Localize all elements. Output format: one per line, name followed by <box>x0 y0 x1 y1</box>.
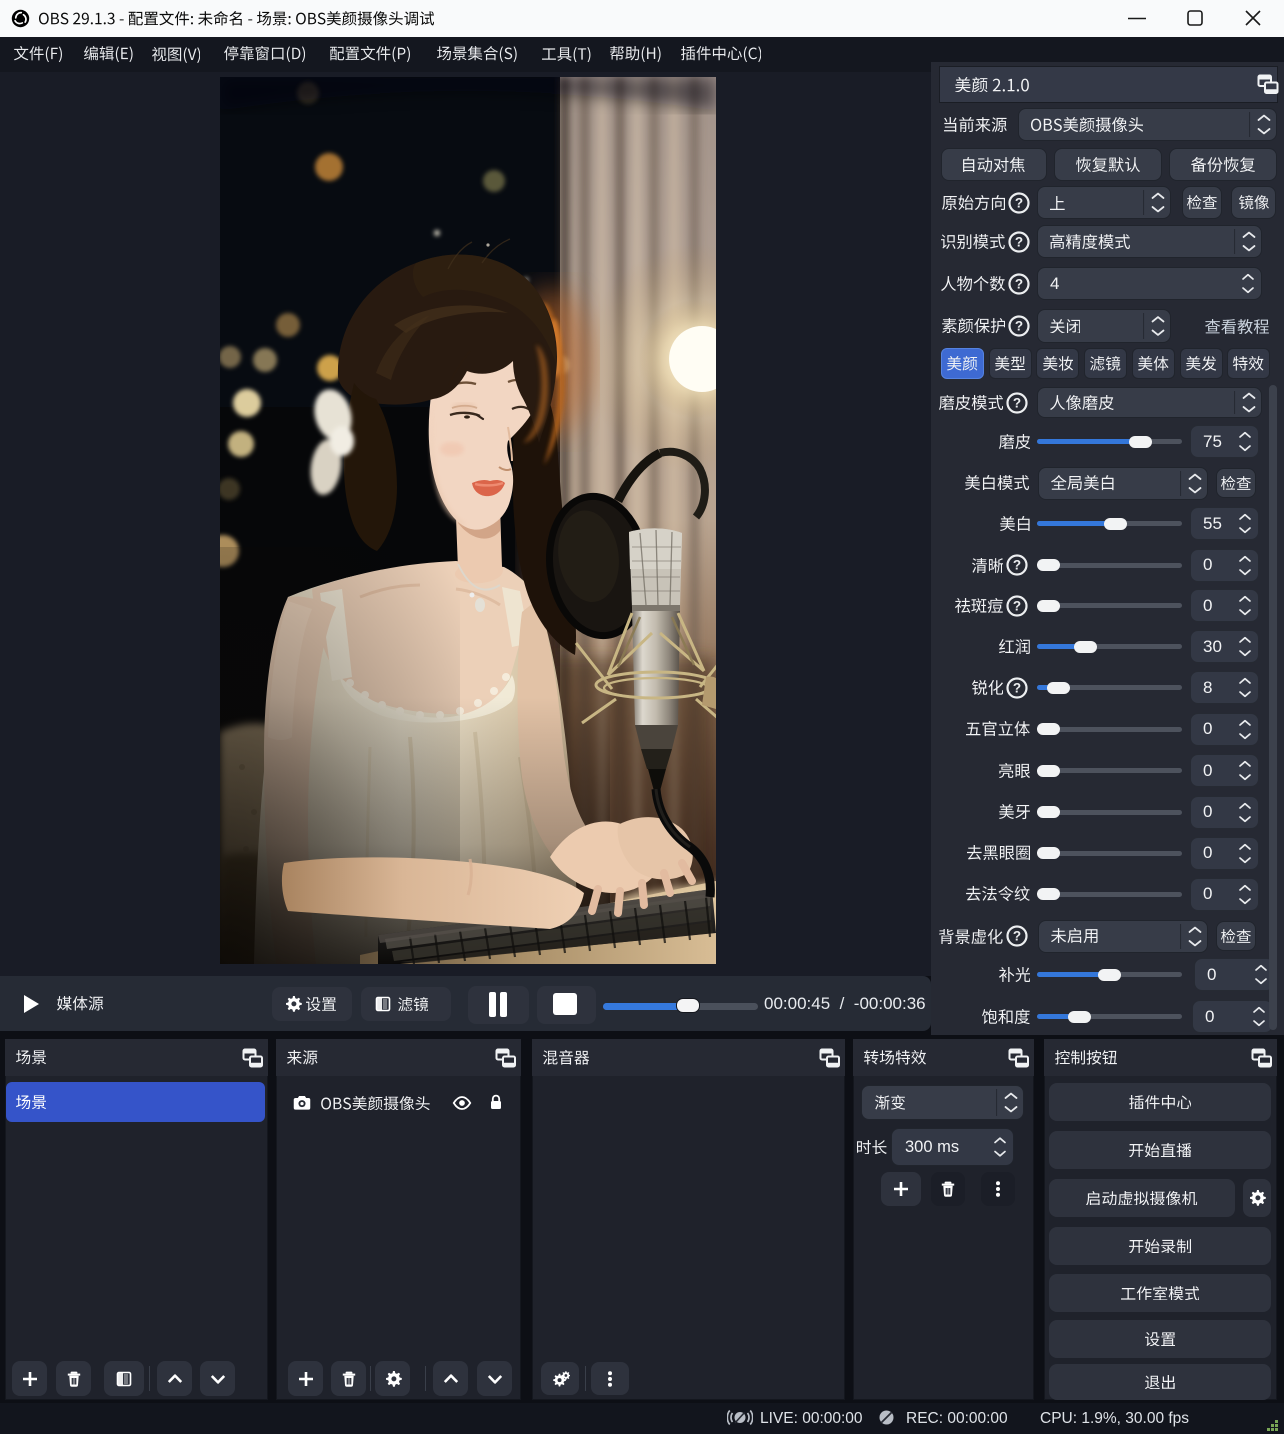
svg-text:?: ? <box>1013 395 1021 410</box>
svg-text:?: ? <box>1013 558 1021 573</box>
svg-text:?: ? <box>1015 319 1023 334</box>
svg-text:?: ? <box>1015 195 1023 210</box>
svg-text:?: ? <box>1015 234 1023 249</box>
svg-text:?: ? <box>1013 929 1021 944</box>
svg-text:?: ? <box>1015 276 1023 291</box>
svg-text:?: ? <box>1013 680 1021 695</box>
svg-text:?: ? <box>1013 598 1021 613</box>
